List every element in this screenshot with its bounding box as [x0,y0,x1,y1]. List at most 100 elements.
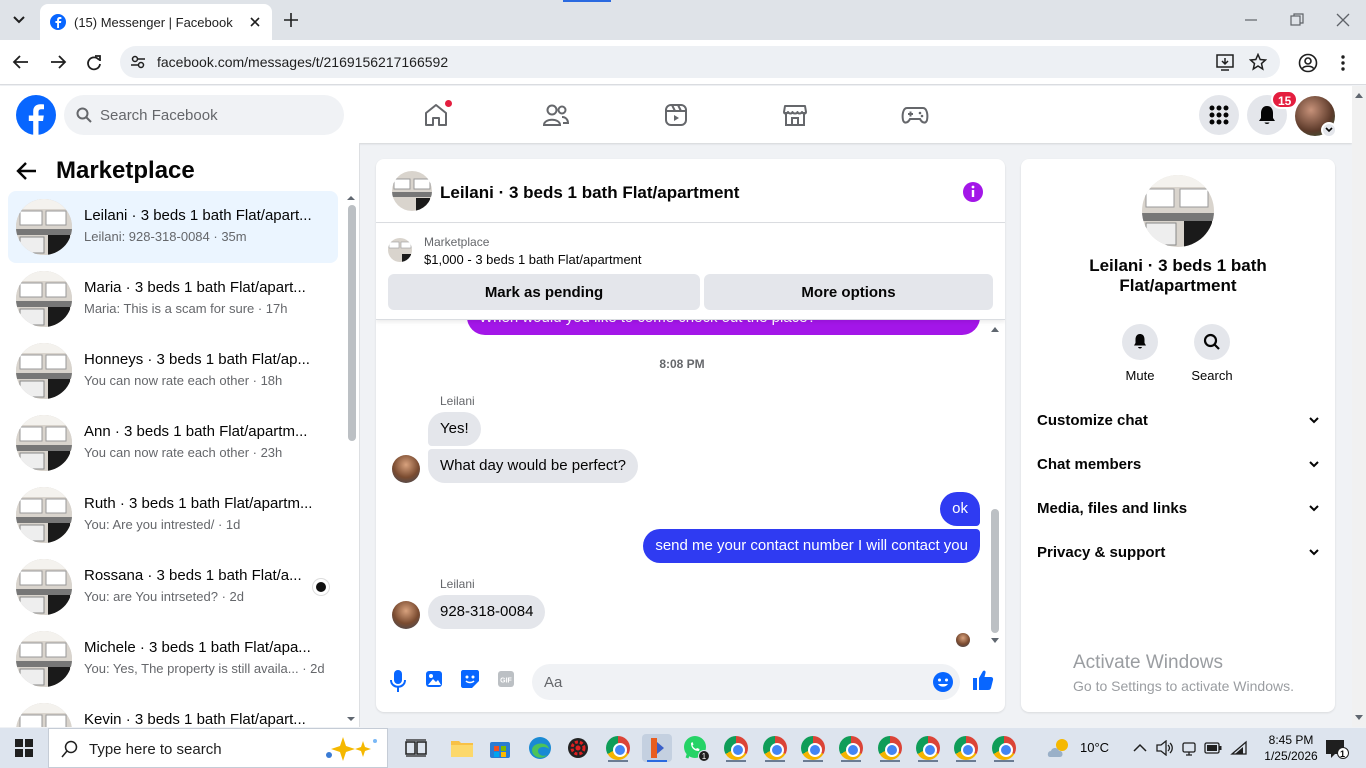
device-icon[interactable] [1182,740,1196,756]
install-app-icon[interactable] [1216,53,1234,71]
svg-text:GIF: GIF [500,678,512,685]
like-thumb-icon[interactable] [972,669,994,691]
mute-button[interactable] [1122,324,1158,360]
conversation-item[interactable]: Ruth · 3 beds 1 bath Flat/apartm... You:… [8,479,338,551]
info-icon[interactable] [962,181,984,203]
message-incoming[interactable]: What day would be perfect? [428,449,638,483]
active-app[interactable] [642,734,672,762]
conversation-item[interactable]: Michele · 3 beds 1 bath Flat/apa... You:… [8,623,338,695]
scroll-up-arrow-icon[interactable] [990,325,1000,333]
message-incoming[interactable]: Yes! [428,412,481,446]
minimize-icon[interactable] [1242,11,1260,29]
taskbar-search-box[interactable]: Type here to search [48,728,388,768]
close-tab-icon[interactable] [246,13,264,31]
conversation-item[interactable]: Maria · 3 beds 1 bath Flat/apart... Mari… [8,263,338,335]
message-thread: When would you like to come check out th… [376,320,1005,650]
task-view-button[interactable] [402,734,430,762]
nav-gaming[interactable] [900,100,930,130]
conversation-item[interactable]: Kevin · 3 beds 1 bath Flat/apart... [8,695,338,727]
conversation-item[interactable]: Ann · 3 beds 1 bath Flat/apartm... You c… [8,407,338,479]
gif-icon[interactable]: GIF [497,669,515,689]
message-incoming[interactable]: 928-318-0084 [428,595,546,629]
close-window-icon[interactable] [1334,11,1352,29]
site-info-icon[interactable] [130,54,146,70]
chat-avatar[interactable] [392,171,432,211]
mute-action[interactable]: Mute [1110,324,1170,383]
search-action[interactable]: Search [1182,324,1242,383]
chat-members-section[interactable]: Chat members [1037,450,1319,478]
taskbar-clock[interactable]: 8:45 PM 1/25/2026 [1256,732,1326,764]
facebook-logo-icon[interactable] [16,95,56,135]
conversation-item[interactable]: Rossana · 3 beds 1 bath Flat/a... You: a… [8,551,338,623]
more-options-button[interactable]: More options [704,274,993,310]
emoji-icon[interactable] [932,671,954,693]
address-bar[interactable]: facebook.com/messages/t/2169156217166592 [120,46,1280,78]
reload-icon[interactable] [85,54,103,72]
battery-icon[interactable] [1204,742,1222,754]
chrome-app[interactable] [952,734,980,762]
sticker-icon[interactable] [460,669,480,689]
chat-scroll-thumb[interactable] [991,509,999,633]
search-placeholder: Search Facebook [100,107,218,124]
windows-start-icon[interactable] [15,739,33,757]
chrome-app[interactable] [914,734,942,762]
tab-search-button[interactable] [6,8,32,32]
back-arrow-icon[interactable] [12,54,30,70]
notification-center-icon[interactable] [1325,739,1349,759]
message-input[interactable]: Aa [532,664,960,700]
nav-marketplace[interactable] [780,100,810,130]
chat-title[interactable]: Leilani · 3 beds 1 bath Flat/apartment [440,183,739,203]
privacy-support-section[interactable]: Privacy & support [1037,538,1319,566]
search-in-chat-button[interactable] [1194,324,1230,360]
customize-chat-section[interactable]: Customize chat [1037,406,1319,434]
back-arrow-icon[interactable] [16,161,38,181]
nav-watch[interactable] [661,100,691,130]
store-app[interactable] [486,734,514,762]
chrome-app[interactable] [722,734,750,762]
facebook-search-input[interactable]: Search Facebook [64,95,344,135]
page-scrollbar[interactable] [1352,86,1366,727]
scroll-down-arrow-icon[interactable] [990,637,1000,645]
edge-app[interactable] [526,734,554,762]
chevron-up-icon[interactable] [1133,743,1147,753]
whatsapp-app[interactable]: 1 [682,734,710,762]
sender-avatar[interactable] [392,455,420,483]
forward-arrow-icon[interactable] [49,54,67,70]
media-files-links-section[interactable]: Media, files and links [1037,494,1319,522]
security-app[interactable] [564,734,592,762]
listing-thumbnail[interactable] [388,238,412,262]
chrome-app[interactable] [799,734,827,762]
profile-icon[interactable] [1298,53,1318,73]
details-avatar[interactable] [1142,175,1214,247]
microphone-icon[interactable] [390,669,406,693]
mark-as-pending-button[interactable]: Mark as pending [388,274,700,310]
message-outgoing[interactable]: ok [940,492,980,526]
sidebar-scroll-thumb[interactable] [348,205,356,441]
listing-description[interactable]: $1,000 - 3 beds 1 bath Flat/apartment [424,252,642,267]
speaker-icon[interactable] [1156,740,1174,756]
browser-menu-icon[interactable] [1337,54,1349,72]
conversation-item[interactable]: Leilani · 3 beds 1 bath Flat/apart... Le… [8,191,338,263]
message-outgoing[interactable]: When would you like to come check out th… [467,320,980,335]
chrome-app[interactable] [876,734,904,762]
file-explorer-app[interactable] [448,734,476,762]
chrome-app[interactable] [837,734,865,762]
bookmark-star-icon[interactable] [1249,53,1267,71]
chrome-app[interactable] [761,734,789,762]
restore-icon[interactable] [1288,11,1306,29]
message-outgoing[interactable]: send me your contact number I will conta… [643,529,980,563]
weather-icon[interactable] [1046,736,1074,760]
menu-button[interactable] [1199,95,1239,135]
nav-friends[interactable] [541,100,571,130]
conversation-item[interactable]: Honneys · 3 beds 1 bath Flat/ap... You c… [8,335,338,407]
account-menu-caret[interactable] [1321,122,1337,138]
wifi-icon[interactable] [1230,740,1248,756]
weather-temperature[interactable]: 10°C [1080,740,1109,755]
image-attach-icon[interactable] [425,669,443,689]
chrome-app[interactable] [990,734,1018,762]
browser-tab-active[interactable]: (15) Messenger | Facebook [40,4,272,40]
chrome-app[interactable] [604,734,632,762]
new-tab-icon[interactable] [280,9,302,31]
conversation-preview: You: Yes, The property is still availa..… [84,661,325,676]
sender-avatar[interactable] [392,601,420,629]
